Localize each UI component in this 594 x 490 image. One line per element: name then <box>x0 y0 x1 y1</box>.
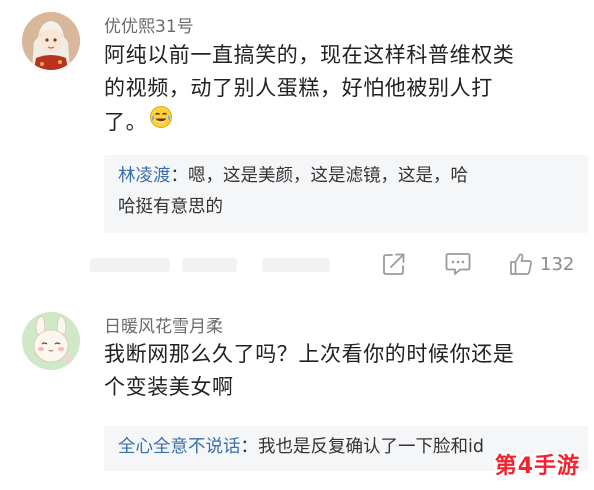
reply-separator: ： <box>170 166 189 186</box>
site-watermark: 第4手游 <box>494 454 580 479</box>
comment-text-fragment: 了。 <box>104 109 148 134</box>
reply-author[interactable]: 全心全意不说话 <box>118 437 241 457</box>
comment-text-line: 我断网那么久了吗？上次看你的时候你还是 <box>104 342 515 366</box>
reply-button[interactable] <box>444 249 472 279</box>
reply-text: 我也是反复确认了一下脸和id <box>258 437 484 457</box>
anime-character-avatar-icon <box>22 12 80 70</box>
reply-author[interactable]: 林凌渡 <box>118 166 171 186</box>
reply-text: 嗯，这是美颜，这是滤镜，这是，哈 <box>188 166 468 186</box>
like-count: 132 <box>540 253 575 275</box>
comment-actions: 132 <box>0 245 594 283</box>
user-avatar[interactable] <box>22 12 80 70</box>
comment-text-line: 了。 <box>104 105 584 139</box>
comment-icon <box>445 253 471 275</box>
username[interactable]: 优优熙31号 <box>104 12 194 37</box>
comment-text: 阿纯以前一直搞笑的，现在这样科普维权类 的视频，动了别人蛋糕，好怕他被别人打 了… <box>104 39 584 139</box>
reply-box[interactable]: 林凌渡：嗯，这是美颜，这是滤镜，这是，哈 哈挺有意思的 <box>104 155 588 233</box>
comment-text-line: 的视频，动了别人蛋糕，好怕他被别人打 <box>104 76 493 100</box>
like-button[interactable]: 132 <box>508 249 574 279</box>
user-avatar[interactable] <box>22 312 80 370</box>
reply-line: 林凌渡：嗯，这是美颜，这是滤镜，这是，哈 <box>118 161 578 192</box>
share-button[interactable] <box>381 249 407 279</box>
comment-text-line: 个变装美女啊 <box>104 375 234 399</box>
comment-text-line: 阿纯以前一直搞笑的，现在这样科普维权类 <box>104 43 515 67</box>
reply-separator: ： <box>240 437 259 457</box>
share-icon <box>383 253 405 275</box>
username[interactable]: 日暖风花雪月柔 <box>104 312 223 337</box>
thumbs-up-icon <box>510 253 532 275</box>
cartoon-rabbit-avatar-icon <box>22 312 80 370</box>
laugh-cry-emoji-icon <box>149 105 173 139</box>
reply-line: 哈挺有意思的 <box>118 197 223 217</box>
comment-text: 我断网那么久了吗？上次看你的时候你还是 个变装美女啊 <box>104 338 584 404</box>
